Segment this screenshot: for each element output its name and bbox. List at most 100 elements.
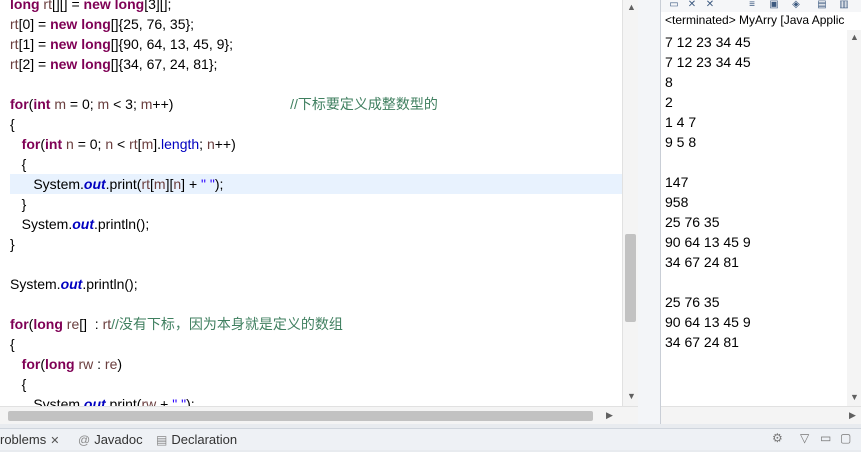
code-token: ); [186,396,195,406]
code-token: ++) [152,96,291,112]
code-line[interactable] [10,254,622,274]
code-token: out [72,216,94,232]
code-token: " " [172,396,187,406]
code-line[interactable]: rt[2] = new long[]{34, 67, 24, 81}; [10,54,622,74]
pin-console-icon[interactable]: ▣ [767,0,781,10]
code-token: ]. [153,136,162,152]
code-token: System. [10,176,84,192]
minimize-icon[interactable]: ▭ [820,431,831,445]
code-line[interactable]: { [10,334,622,354]
scroll-right-icon[interactable]: ▶ [849,410,856,421]
clear-console-icon[interactable]: ▭ [667,0,681,10]
console-vertical-scrollbar[interactable]: ▲ ▼ [847,30,861,406]
code-line[interactable]: rt[0] = new long[]{25, 76, 35}; [10,14,622,34]
remove-launch-icon[interactable]: ✕ [703,0,717,10]
code-area[interactable]: long rt[][] = new long[3][]; rt[0] = new … [10,0,622,406]
open-console-icon[interactable]: ▤ [815,0,829,10]
tab-declaration[interactable]: ▤ Declaration [156,429,237,450]
code-token: long [10,0,40,12]
editor-horizontal-scrollbar[interactable]: ▶ [0,406,638,424]
scroll-lock-icon[interactable]: ≡ [745,0,759,10]
code-token: { [10,156,27,172]
code-line[interactable]: System.out.println(); [10,274,622,294]
console-output-line: 90 64 13 45 9 [665,314,751,330]
editor-ruler [0,0,8,406]
code-line[interactable]: System.out.print(rw + " "); [10,394,622,406]
maximize-icon[interactable]: ▢ [840,431,851,445]
code-token: long [33,316,63,332]
console-output-line: 7 12 23 34 45 [665,54,751,70]
code-token: rw [141,396,157,406]
code-token: new [83,0,111,12]
code-token: long [77,36,111,52]
code-token: n [173,176,182,192]
code-line[interactable]: { [10,114,622,134]
code-token: re [62,316,80,332]
code-token: { [10,376,27,392]
code-token: [2] = [18,56,51,72]
code-line[interactable] [10,294,622,314]
close-icon[interactable]: ✕ [50,435,59,447]
console-output-line: 9 5 8 [665,134,697,150]
editor-scroll-thumb[interactable] [625,234,636,322]
code-token: m [50,96,67,112]
terminate-icon[interactable]: ✕ [685,0,699,10]
view-menu-icon[interactable]: ⚙ [772,431,783,445]
code-line[interactable]: for(int m = 0; m < 3; m++) //下标要定义成整数型的 [10,94,622,114]
code-line[interactable]: { [10,154,622,174]
new-console-icon[interactable]: ▥ [837,0,851,10]
display-console-icon[interactable]: ◈ [789,0,803,10]
code-token: out [83,176,106,192]
code-token: ++) [214,136,236,152]
code-token: ; [199,136,207,152]
editor-hscroll-thumb[interactable] [8,411,593,421]
code-token: .println(); [82,276,138,292]
code-token: for [10,316,29,332]
code-editor[interactable]: long rt[][] = new long[3][]; rt[0] = new … [0,0,639,424]
code-token: m [97,96,110,112]
declaration-icon: ▤ [156,433,168,447]
code-line[interactable]: for(int n = 0; n < rt[m].length; n++) [10,134,622,154]
console-output-line: 7 12 23 34 45 [665,34,751,50]
code-line[interactable] [10,74,622,94]
console-status: <terminated> MyArry [Java Applic [665,13,845,27]
tab-javadoc[interactable]: @ Javadoc [78,429,143,450]
console-output-line: 34 67 24 81 [665,254,739,270]
scroll-up-icon[interactable]: ▲ [850,32,859,42]
code-token: out [83,396,106,406]
code-token: long [77,16,111,32]
scroll-up-icon[interactable]: ▲ [627,2,636,12]
code-token: new [50,36,78,52]
code-token: rt [129,136,138,152]
code-line[interactable]: System.out.println(); [10,214,622,234]
tab-problems[interactable]: roblems ✕ [0,429,59,450]
scroll-right-icon[interactable]: ▶ [606,410,613,421]
code-token: + [156,396,173,406]
code-token: []{34, 67, 24, 81}; [110,56,218,72]
code-line[interactable]: } [10,234,622,254]
console-output-line: 958 [665,194,689,210]
code-line[interactable]: long rt[][] = new long[3][]; [10,0,622,14]
code-token: out [60,276,83,292]
editor-vertical-scrollbar[interactable]: ▲ ▼ [622,0,638,406]
code-token: } [10,236,15,252]
code-line[interactable]: rt[1] = new long[]{90, 64, 13, 45, 9}; [10,34,622,54]
code-line[interactable]: { [10,374,622,394]
scroll-down-icon[interactable]: ▼ [627,391,636,401]
code-token: System. [10,396,84,406]
code-token: [3][]; [144,0,172,12]
code-line[interactable]: for(long re[] : rt//没有下标，因为本身就是定义的数组 [10,314,622,334]
code-token: ) [117,356,123,372]
console-toolbar: ▭ ✕ ✕ ≡ ▣ ◈ ▤ ▥ [661,0,861,12]
chevron-down-icon[interactable]: ▽ [800,431,809,445]
scroll-down-icon[interactable]: ▼ [850,392,859,402]
code-token: .print( [105,396,142,406]
code-line[interactable]: } [10,194,622,214]
console-horizontal-scrollbar[interactable]: ▶ [661,406,861,424]
code-token: m [140,96,153,112]
code-line[interactable]: System.out.print(rt[m][n] + " "); [10,174,622,194]
console-output-line: 34 67 24 81 [665,334,739,350]
code-line[interactable]: for(long rw : re) [10,354,622,374]
